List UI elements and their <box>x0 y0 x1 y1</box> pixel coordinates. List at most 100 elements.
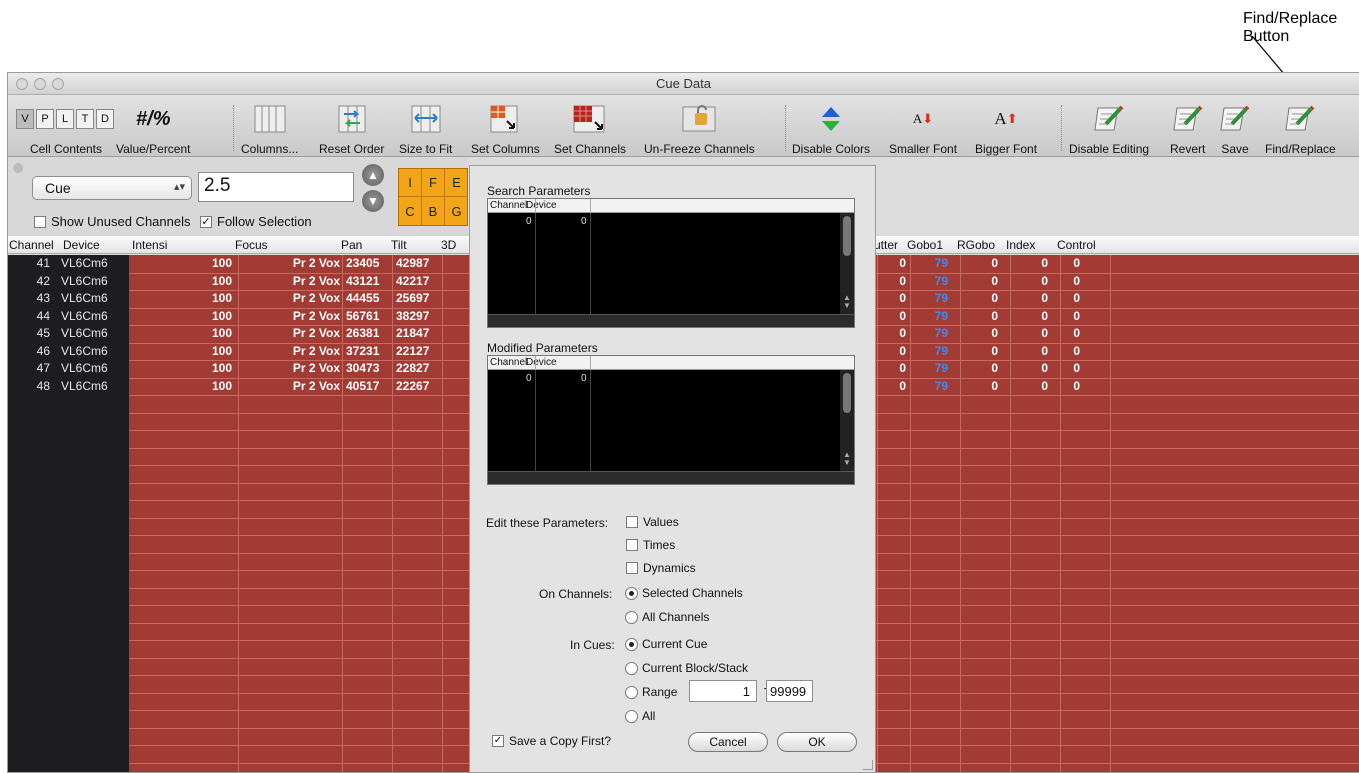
all-cues-radio[interactable]: All <box>625 709 655 723</box>
focus-cell[interactable]: Pr 2 Vox <box>293 273 340 290</box>
shutter-cell[interactable]: 0 <box>899 273 906 290</box>
tilt-cell[interactable]: 22127 <box>396 343 429 360</box>
control-cell[interactable]: 0 <box>1073 273 1080 290</box>
find-replace-button[interactable]: Find/Replace <box>1265 101 1336 156</box>
follow-selection-checkbox[interactable]: ✓ Follow Selection <box>200 214 312 229</box>
cell-contents-v[interactable]: V <box>16 109 34 129</box>
shutter-cell[interactable]: 0 <box>899 325 906 342</box>
tilt-cell[interactable]: 22267 <box>396 378 429 395</box>
set-columns-button[interactable]: Set Columns <box>471 101 540 156</box>
col-header-tilt[interactable]: Tilt <box>391 238 407 252</box>
device-cell[interactable]: VL6Cm6 <box>61 360 108 377</box>
channel-cell[interactable]: 41 <box>37 255 50 272</box>
intensity-cell[interactable]: 100 <box>212 378 232 395</box>
selected-channels-radio[interactable]: Selected Channels <box>625 586 743 600</box>
pan-cell[interactable]: 26381 <box>346 325 379 342</box>
intensity-cell[interactable]: 100 <box>212 308 232 325</box>
channel-cell[interactable]: 42 <box>37 273 50 290</box>
modified-parameters-table[interactable]: Channel Device 0 0 ▲ ▼ <box>487 355 855 485</box>
device-cell[interactable]: VL6Cm6 <box>61 308 108 325</box>
focus-cell[interactable]: Pr 2 Vox <box>293 360 340 377</box>
shutter-cell[interactable]: 0 <box>899 343 906 360</box>
set-channels-button[interactable]: Set Channels <box>554 101 626 156</box>
col-header-pan[interactable]: Pan <box>341 238 362 252</box>
shutter-cell[interactable]: 0 <box>899 360 906 377</box>
cell-contents-button[interactable]: V P L T D Cell Contents <box>16 101 116 156</box>
device-cell[interactable]: VL6Cm6 <box>61 325 108 342</box>
col-header-rgobo[interactable]: RGobo <box>957 238 995 252</box>
index-cell[interactable]: 0 <box>1041 255 1048 272</box>
focus-cell[interactable]: Pr 2 Vox <box>293 325 340 342</box>
dynamics-checkbox[interactable]: Dynamics <box>626 561 696 575</box>
channel-cell[interactable]: 45 <box>37 325 50 342</box>
category-c[interactable]: C <box>399 197 422 225</box>
gobo1-cell[interactable]: 79 <box>935 343 948 360</box>
ok-button[interactable]: OK <box>777 732 857 752</box>
vertical-scrollbar[interactable]: ▲ ▼ <box>840 213 854 316</box>
save-copy-checkbox[interactable]: ✓ Save a Copy First? <box>492 734 611 748</box>
col-header-index[interactable]: Index <box>1006 238 1035 252</box>
pan-cell[interactable]: 37231 <box>346 343 379 360</box>
control-cell[interactable]: 0 <box>1073 378 1080 395</box>
smaller-font-button[interactable]: A ⬇ Smaller Font <box>889 101 957 156</box>
scroll-thumb[interactable] <box>843 216 851 256</box>
gobo1-cell[interactable]: 79 <box>935 273 948 290</box>
intensity-cell[interactable]: 100 <box>212 273 232 290</box>
channel-cell[interactable]: 43 <box>37 290 50 307</box>
vertical-scrollbar[interactable]: ▲ ▼ <box>840 370 854 473</box>
range-radio[interactable]: Range <box>625 685 677 699</box>
focus-cell[interactable]: Pr 2 Vox <box>293 343 340 360</box>
save-button[interactable]: Save <box>1218 101 1252 156</box>
category-e[interactable]: E <box>445 169 468 197</box>
bigger-font-button[interactable]: A ⬆ Bigger Font <box>975 101 1037 156</box>
cell-contents-l[interactable]: L <box>56 109 74 129</box>
rgobo-cell[interactable]: 0 <box>991 273 998 290</box>
device-cell[interactable]: VL6Cm6 <box>61 255 108 272</box>
control-cell[interactable]: 0 <box>1073 343 1080 360</box>
focus-cell[interactable]: Pr 2 Vox <box>293 290 340 307</box>
category-g[interactable]: G <box>445 197 468 225</box>
focus-cell[interactable]: Pr 2 Vox <box>293 378 340 395</box>
category-i[interactable]: I <box>399 169 422 197</box>
show-unused-channels-checkbox[interactable]: Show Unused Channels <box>34 214 190 229</box>
col-header-shutter[interactable]: utter <box>874 238 898 252</box>
tilt-cell[interactable]: 42987 <box>396 255 429 272</box>
col-header-device[interactable]: Device <box>63 238 100 252</box>
gobo1-cell[interactable]: 79 <box>935 325 948 342</box>
col-header-channel[interactable]: Channel <box>9 238 54 252</box>
col-header-gobo1[interactable]: Gobo1 <box>907 238 943 252</box>
channel-cell[interactable]: 44 <box>37 308 50 325</box>
col-header-focus[interactable]: Focus <box>235 238 268 252</box>
cue-number-input[interactable]: 2.5 <box>198 172 354 202</box>
intensity-cell[interactable]: 100 <box>212 325 232 342</box>
cell-contents-t[interactable]: T <box>76 109 94 129</box>
pan-cell[interactable]: 43121 <box>346 273 379 290</box>
control-cell[interactable]: 0 <box>1073 308 1080 325</box>
gobo1-cell[interactable]: 79 <box>935 308 948 325</box>
rgobo-cell[interactable]: 0 <box>991 325 998 342</box>
pan-cell[interactable]: 30473 <box>346 360 379 377</box>
rgobo-cell[interactable]: 0 <box>991 360 998 377</box>
pan-cell[interactable]: 44455 <box>346 290 379 307</box>
all-channels-radio[interactable]: All Channels <box>625 610 709 624</box>
gobo1-cell[interactable]: 79 <box>935 290 948 307</box>
col-header-3d[interactable]: 3D <box>441 238 456 252</box>
unfreeze-channels-button[interactable]: Un-Freeze Channels <box>644 101 755 156</box>
resize-grip-icon[interactable] <box>863 760 873 770</box>
gobo1-cell[interactable]: 79 <box>935 378 948 395</box>
intensity-cell[interactable]: 100 <box>212 360 232 377</box>
index-cell[interactable]: 0 <box>1041 343 1048 360</box>
intensity-cell[interactable]: 100 <box>212 290 232 307</box>
cell-contents-p[interactable]: P <box>36 109 54 129</box>
shutter-cell[interactable]: 0 <box>899 255 906 272</box>
device-cell[interactable]: VL6Cm6 <box>61 343 108 360</box>
control-cell[interactable]: 0 <box>1073 255 1080 272</box>
device-cell[interactable]: VL6Cm6 <box>61 273 108 290</box>
values-checkbox[interactable]: Values <box>626 515 679 529</box>
horizontal-scrollbar[interactable] <box>488 314 854 327</box>
category-f[interactable]: F <box>422 169 445 197</box>
channel-cell[interactable]: 48 <box>37 378 50 395</box>
channel-cell[interactable]: 46 <box>37 343 50 360</box>
range-from-input[interactable]: 1 <box>689 680 757 702</box>
rgobo-cell[interactable]: 0 <box>991 255 998 272</box>
